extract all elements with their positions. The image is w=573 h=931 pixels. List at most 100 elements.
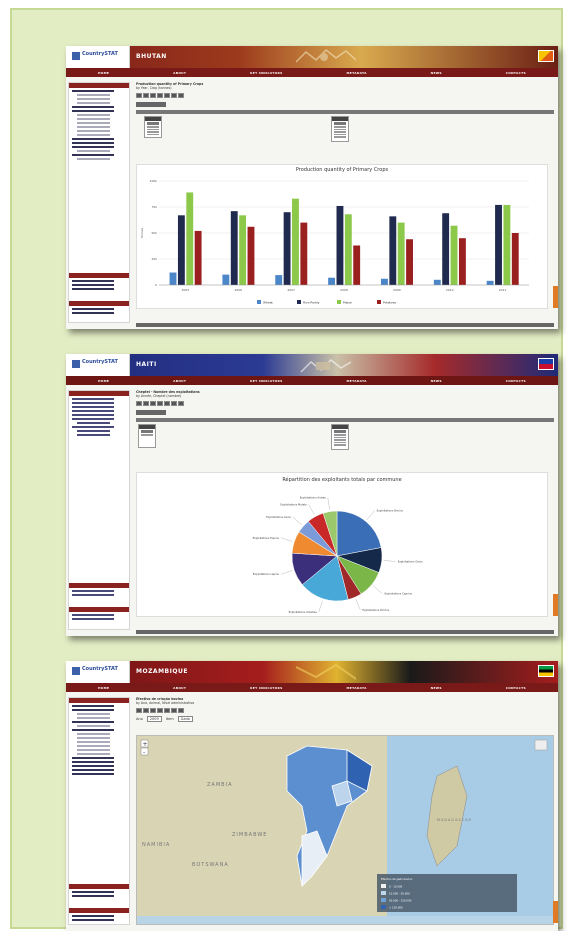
year-dropdown[interactable]: 2009 bbox=[146, 716, 162, 722]
export-icon[interactable] bbox=[136, 93, 142, 98]
sidebar-item[interactable] bbox=[72, 594, 114, 596]
sidebar-item[interactable] bbox=[72, 765, 114, 767]
sidebar-item[interactable] bbox=[72, 618, 114, 620]
map-canvas[interactable]: ZAMBIA ZIMBABWE BOTSWANA NAMIBIA MADAGAS… bbox=[137, 736, 553, 916]
nav-about[interactable]: ABOUT bbox=[173, 379, 186, 383]
sidebar-item[interactable] bbox=[77, 94, 110, 96]
nav-about[interactable]: ABOUT bbox=[173, 686, 186, 690]
chart-icon[interactable] bbox=[157, 401, 163, 406]
sidebar-item[interactable] bbox=[77, 422, 110, 424]
sidebar-item[interactable] bbox=[72, 402, 114, 404]
tab-selection[interactable] bbox=[136, 102, 166, 107]
tab-selection[interactable] bbox=[136, 410, 166, 415]
sidebar-item[interactable] bbox=[72, 284, 114, 286]
nav-metadata[interactable]: METADATA bbox=[346, 686, 366, 690]
sidebar-item[interactable] bbox=[77, 150, 110, 152]
nav-home[interactable]: HOME bbox=[98, 71, 109, 75]
nav-home[interactable]: HOME bbox=[98, 379, 109, 383]
nav-key-indicators[interactable]: KEY INDICATORS bbox=[250, 686, 282, 690]
print-icon[interactable] bbox=[143, 93, 149, 98]
cheptel-selector[interactable] bbox=[138, 424, 156, 448]
sidebar-item[interactable] bbox=[72, 398, 114, 400]
year-selector[interactable] bbox=[331, 424, 349, 450]
sidebar-item[interactable] bbox=[77, 430, 110, 432]
sidebar-item[interactable] bbox=[72, 709, 114, 711]
nav-contacts[interactable]: CONTACTS bbox=[506, 379, 526, 383]
sidebar-item[interactable] bbox=[72, 919, 114, 921]
sidebar-item[interactable] bbox=[72, 406, 114, 408]
sidebar-item[interactable] bbox=[77, 725, 110, 727]
sidebar-item[interactable] bbox=[77, 737, 110, 739]
sidebar-item[interactable] bbox=[72, 915, 114, 917]
share-icon[interactable] bbox=[171, 708, 177, 713]
sidebar-item[interactable] bbox=[72, 729, 114, 731]
sidebar-item[interactable] bbox=[77, 745, 110, 747]
countrystat-logo[interactable]: CountrySTAT bbox=[66, 661, 130, 683]
nav-news[interactable]: NEWS bbox=[431, 71, 442, 75]
sidebar-item[interactable] bbox=[72, 90, 114, 92]
sidebar-item[interactable] bbox=[72, 410, 114, 412]
year-selector[interactable] bbox=[331, 116, 349, 142]
sidebar-item[interactable] bbox=[77, 733, 110, 735]
sidebar-item[interactable] bbox=[72, 721, 114, 723]
sidebar-item[interactable] bbox=[77, 118, 110, 120]
sidebar-item[interactable] bbox=[77, 122, 110, 124]
sidebar-item[interactable] bbox=[77, 126, 110, 128]
sidebar-item[interactable] bbox=[72, 614, 114, 616]
nav-home[interactable]: HOME bbox=[98, 686, 109, 690]
nav-news[interactable]: NEWS bbox=[431, 379, 442, 383]
table-icon[interactable] bbox=[150, 708, 156, 713]
sidebar-item[interactable] bbox=[77, 98, 110, 100]
sidebar-item[interactable] bbox=[77, 741, 110, 743]
countrystat-logo[interactable]: CountrySTAT bbox=[66, 46, 130, 68]
sidebar-item[interactable] bbox=[72, 418, 114, 420]
sidebar-item[interactable] bbox=[72, 110, 114, 112]
feedback-tab[interactable] bbox=[553, 901, 558, 923]
sidebar-item[interactable] bbox=[77, 102, 110, 104]
sidebar-item[interactable] bbox=[77, 753, 110, 755]
nav-contacts[interactable]: CONTACTS bbox=[506, 71, 526, 75]
chart-icon[interactable] bbox=[157, 93, 163, 98]
nav-about[interactable]: ABOUT bbox=[173, 71, 186, 75]
sidebar-item[interactable] bbox=[77, 434, 110, 436]
map-icon[interactable] bbox=[164, 708, 170, 713]
export-icon[interactable] bbox=[136, 401, 142, 406]
sidebar-item[interactable] bbox=[72, 773, 114, 775]
nav-metadata[interactable]: METADATA bbox=[346, 379, 366, 383]
sidebar-item[interactable] bbox=[72, 705, 114, 707]
share-icon[interactable] bbox=[171, 401, 177, 406]
info-icon[interactable] bbox=[178, 401, 184, 406]
layers-button[interactable] bbox=[534, 739, 548, 751]
sidebar-item[interactable] bbox=[72, 757, 114, 759]
sidebar-item[interactable] bbox=[72, 146, 114, 148]
print-icon[interactable] bbox=[143, 708, 149, 713]
sidebar-item[interactable] bbox=[72, 154, 114, 156]
nav-key-indicators[interactable]: KEY INDICATORS bbox=[250, 379, 282, 383]
sidebar-item[interactable] bbox=[72, 891, 114, 893]
crop-selector[interactable] bbox=[144, 116, 162, 138]
nav-news[interactable]: NEWS bbox=[431, 686, 442, 690]
sidebar-item[interactable] bbox=[72, 138, 114, 140]
sidebar-item[interactable] bbox=[72, 106, 114, 108]
info-icon[interactable] bbox=[178, 93, 184, 98]
sidebar-item[interactable] bbox=[72, 142, 114, 144]
info-icon[interactable] bbox=[178, 708, 184, 713]
sidebar-item[interactable] bbox=[72, 288, 114, 290]
sidebar-item[interactable] bbox=[77, 158, 110, 160]
sidebar-item[interactable] bbox=[72, 426, 114, 428]
sidebar-item[interactable] bbox=[72, 280, 114, 282]
item-dropdown[interactable]: Gado bbox=[177, 716, 193, 722]
choropleth-map[interactable]: ZAMBIA ZIMBABWE BOTSWANA NAMIBIA MADAGAS… bbox=[136, 735, 554, 925]
sidebar-item[interactable] bbox=[72, 308, 114, 310]
sidebar-item[interactable] bbox=[77, 130, 110, 132]
table-icon[interactable] bbox=[150, 93, 156, 98]
nav-metadata[interactable]: METADATA bbox=[346, 71, 366, 75]
map-icon[interactable] bbox=[164, 401, 170, 406]
nav-contacts[interactable]: CONTACTS bbox=[506, 686, 526, 690]
sidebar-item[interactable] bbox=[77, 114, 110, 116]
sidebar-item[interactable] bbox=[72, 312, 114, 314]
sidebar-item[interactable] bbox=[72, 769, 114, 771]
sidebar-item[interactable] bbox=[77, 717, 110, 719]
print-icon[interactable] bbox=[143, 401, 149, 406]
sidebar-item[interactable] bbox=[72, 590, 114, 592]
